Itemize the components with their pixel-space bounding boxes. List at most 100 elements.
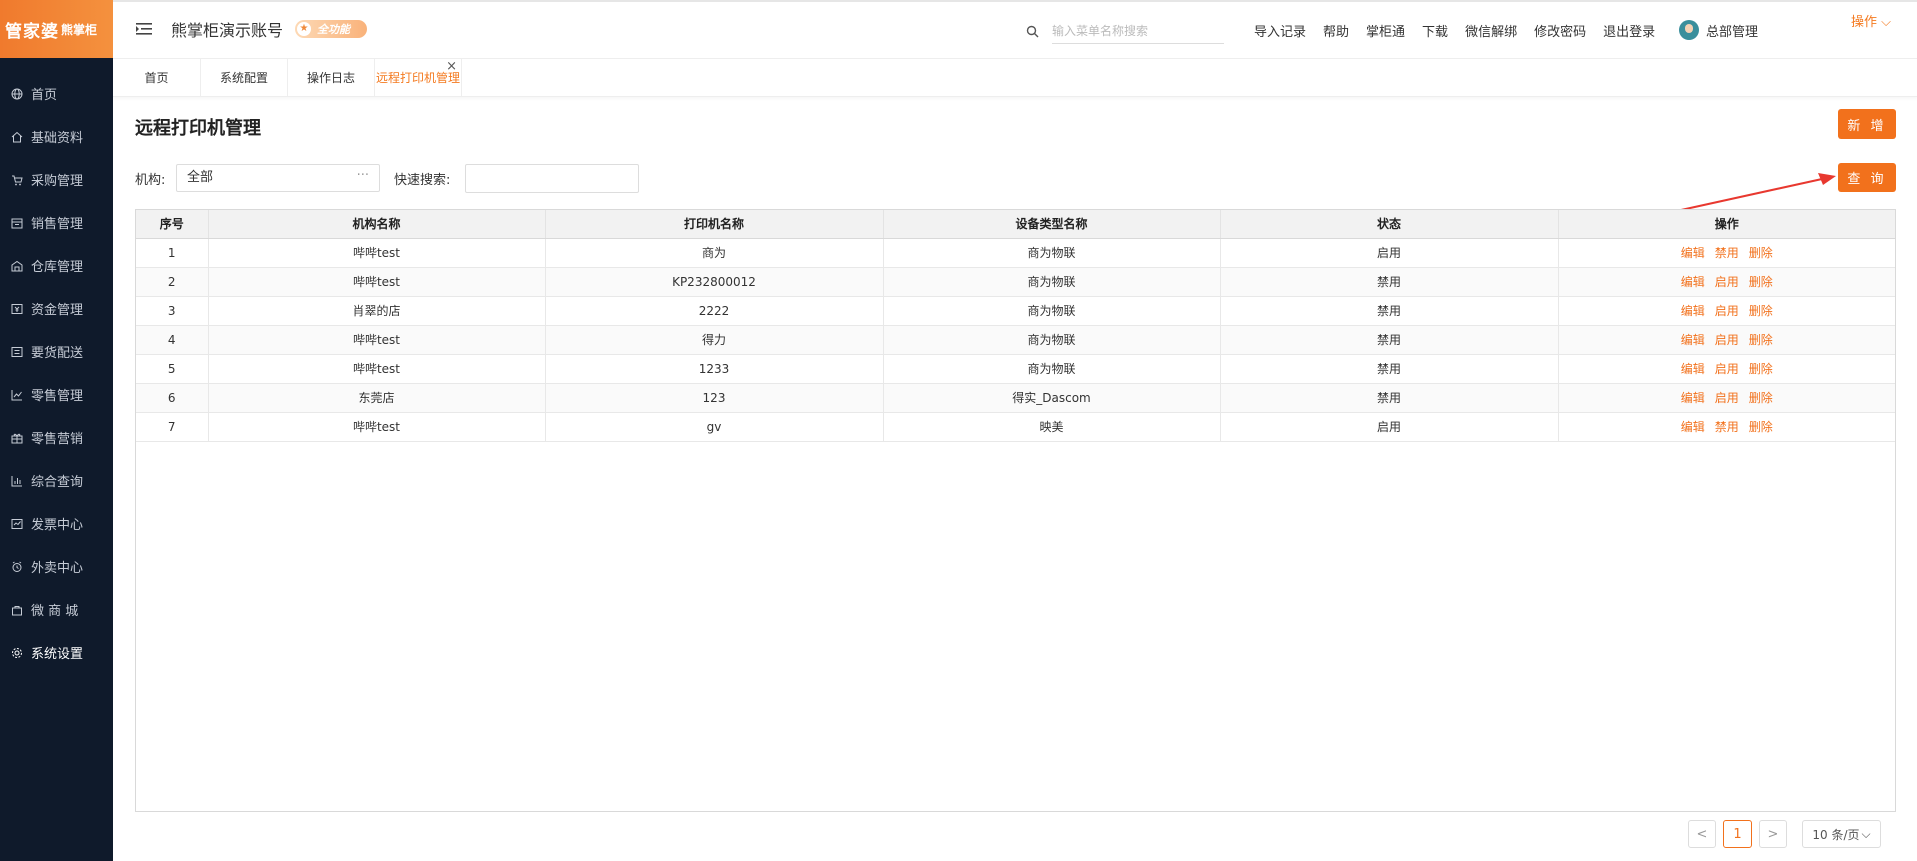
sidebar-item-label: 系统设置 [31, 647, 84, 662]
page-size-label: 10 条/页 [1812, 827, 1860, 842]
sidebar-item[interactable]: 系统设置 [0, 631, 113, 674]
sidebar-item[interactable]: 要货配送 [0, 330, 113, 373]
tab[interactable]: 操作日志 [288, 59, 375, 96]
delete-link[interactable]: 删除 [1749, 333, 1773, 347]
sidebar-item-label: 外卖中心 [31, 561, 84, 576]
stats-icon [11, 475, 23, 487]
toggle-status-link[interactable]: 禁用 [1715, 420, 1739, 434]
table-body: 1 哔哔test 商为 商为物联 启用 编辑 禁用 删除 2 哔哔test KP232800012 商… [136, 238, 1895, 442]
tab[interactable]: 系统配置 [201, 59, 288, 96]
sidebar-item[interactable]: 外卖中心 [0, 545, 113, 588]
sidebar-item[interactable]: 采购管理 [0, 158, 113, 201]
cell-printer: KP232800012 [545, 267, 884, 297]
sidebar-item[interactable]: 首页 [0, 72, 113, 115]
sidebar-item[interactable]: 零售管理 [0, 373, 113, 416]
avatar[interactable] [1679, 20, 1699, 40]
toggle-status-link[interactable]: 启用 [1715, 304, 1739, 318]
toggle-status-link[interactable]: 禁用 [1715, 246, 1739, 260]
column-header: 打印机名称 [545, 210, 884, 239]
toggle-status-link[interactable]: 启用 [1715, 333, 1739, 347]
column-header: 操作 [1558, 210, 1895, 239]
edit-link[interactable]: 编辑 [1681, 420, 1705, 434]
query-button[interactable]: 查 询 [1838, 163, 1896, 192]
edit-link[interactable]: 编辑 [1681, 391, 1705, 405]
sidebar-item[interactable]: 微 商 城 [0, 588, 113, 631]
edit-link[interactable]: 编辑 [1681, 246, 1705, 260]
edition-badge-label: 全功能 [317, 23, 351, 36]
account-name: 熊掌柜演示账号 [171, 21, 284, 40]
cell-type: 得实_Dascom [883, 383, 1221, 413]
table-header-row: 序号 机构名称 打印机名称 设备类型名称 状态 操作 [136, 210, 1895, 239]
header-link[interactable]: 退出登录 [1603, 21, 1655, 40]
cell-no: 2 [136, 267, 209, 297]
user-menu[interactable]: 总部管理 [1679, 20, 1758, 40]
delete-link[interactable]: 删除 [1749, 246, 1773, 260]
page-size-select[interactable]: 10 条/页 ⌵ [1802, 820, 1881, 848]
menu-search-input[interactable] [1052, 18, 1224, 44]
sidebar-item[interactable]: 资金管理 [0, 287, 113, 330]
cell-printer: 1233 [545, 354, 884, 384]
prev-page-button[interactable]: < [1688, 820, 1716, 848]
edit-link[interactable]: 编辑 [1681, 333, 1705, 347]
sidebar-item-label: 仓库管理 [31, 260, 84, 275]
header-link[interactable]: 修改密码 [1534, 21, 1586, 40]
cell-actions: 编辑 启用 删除 [1558, 325, 1895, 355]
tab-actions-dropdown[interactable]: 操作 ⌵ [1851, 11, 1891, 30]
header-link[interactable]: 微信解绑 [1465, 21, 1517, 40]
money-icon [11, 303, 23, 315]
user-name[interactable]: 总部管理 [1706, 21, 1758, 40]
sidebar-item[interactable]: 零售营销 [0, 416, 113, 459]
cell-no: 4 [136, 325, 209, 355]
header-link[interactable]: 帮助 [1323, 21, 1349, 40]
warehouse-icon [11, 260, 23, 272]
tab[interactable]: 首页 [113, 59, 201, 96]
chevron-down-icon: ⌵ [1861, 826, 1871, 841]
cart-icon [11, 174, 23, 186]
sidebar-item[interactable]: 仓库管理 [0, 244, 113, 287]
edit-link[interactable]: 编辑 [1681, 304, 1705, 318]
cell-actions: 编辑 启用 删除 [1558, 267, 1895, 297]
new-button[interactable]: 新 增 [1838, 109, 1896, 139]
edit-link[interactable]: 编辑 [1681, 275, 1705, 289]
cell-org: 哔哔test [208, 354, 546, 384]
header-link[interactable]: 下载 [1422, 21, 1448, 40]
tab[interactable]: 远程打印机管理 × [375, 59, 462, 96]
sidebar-item[interactable]: 发票中心 [0, 502, 113, 545]
sidebar-item[interactable]: 销售管理 [0, 201, 113, 244]
delete-link[interactable]: 删除 [1749, 275, 1773, 289]
sidebar-item[interactable]: 综合查询 [0, 459, 113, 502]
toggle-status-link[interactable]: 启用 [1715, 362, 1739, 376]
table-row: 7 哔哔test gv 映美 启用 编辑 禁用 删除 [136, 412, 1895, 442]
delete-link[interactable]: 删除 [1749, 420, 1773, 434]
toggle-status-link[interactable]: 启用 [1715, 391, 1739, 405]
next-page-button[interactable]: > [1759, 820, 1787, 848]
header-link[interactable]: 导入记录 [1254, 21, 1306, 40]
logo[interactable]: 管家婆 熊掌柜 [0, 0, 113, 58]
tab-label: 操作日志 [306, 71, 355, 85]
alarm-icon [11, 561, 23, 573]
menu-search [1026, 18, 1224, 44]
star-icon: ★ [297, 22, 312, 36]
delete-link[interactable]: 删除 [1749, 362, 1773, 376]
cell-no: 3 [136, 296, 209, 326]
toggle-status-link[interactable]: 启用 [1715, 275, 1739, 289]
page-number-button[interactable]: 1 [1723, 820, 1752, 848]
header-link[interactable]: 掌柜通 [1366, 21, 1405, 40]
cell-type: 映美 [883, 412, 1221, 442]
ellipsis-icon[interactable]: ··· [357, 163, 369, 189]
tab-actions-label[interactable]: 操作 [1851, 15, 1877, 30]
delete-link[interactable]: 删除 [1749, 304, 1773, 318]
sidebar-item-label: 零售管理 [31, 389, 84, 404]
quick-search-input[interactable] [465, 164, 639, 193]
org-select[interactable]: 全部 ··· [176, 164, 380, 192]
sidebar: 管家婆 熊掌柜 首页 基础资料采购管理销售管理仓库管理资金管理 要货配送零售管理零售… [0, 0, 113, 861]
sidebar-item[interactable]: 基础资料 [0, 115, 113, 158]
close-icon[interactable]: × [446, 60, 457, 73]
edit-link[interactable]: 编辑 [1681, 362, 1705, 376]
cell-actions: 编辑 启用 删除 [1558, 296, 1895, 326]
sidebar-item-label: 采购管理 [31, 174, 84, 189]
cell-status: 禁用 [1220, 325, 1559, 355]
delete-link[interactable]: 删除 [1749, 391, 1773, 405]
menu-toggle-icon[interactable] [136, 22, 152, 36]
edition-badge: ★ 全功能 [295, 20, 368, 38]
